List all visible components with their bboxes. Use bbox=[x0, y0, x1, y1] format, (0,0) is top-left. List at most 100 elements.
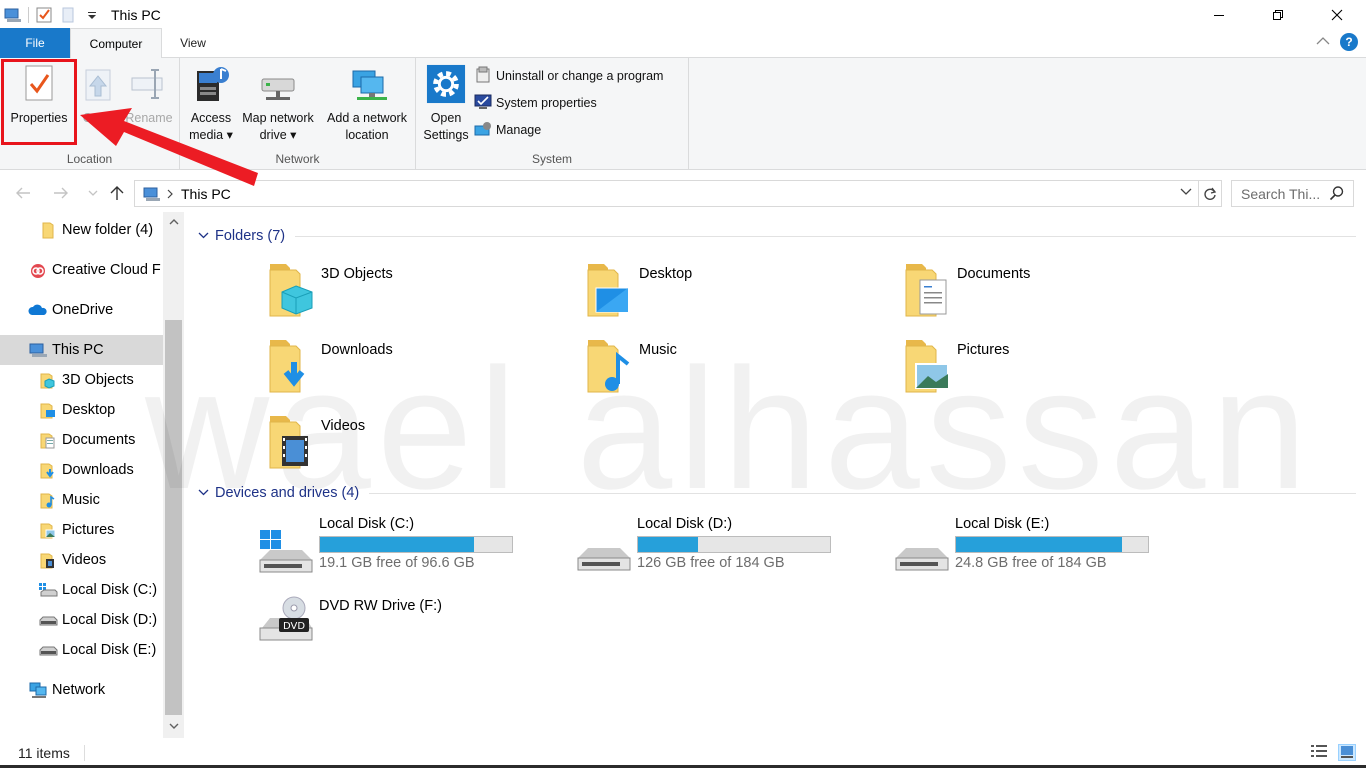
desktop-folder-icon bbox=[38, 400, 58, 420]
videos-folder-icon bbox=[264, 410, 320, 472]
new-folder-icon[interactable] bbox=[59, 6, 77, 24]
tab-view[interactable]: View bbox=[162, 28, 224, 58]
properties-check-icon[interactable] bbox=[35, 6, 53, 24]
scroll-up-icon[interactable] bbox=[163, 212, 184, 232]
dvd-drive-icon: DVD bbox=[256, 596, 316, 646]
sidebar-item-local-disk-c[interactable]: Local Disk (C:) bbox=[0, 575, 163, 605]
sidebar-item-creative-cloud-f[interactable]: Creative Cloud F bbox=[0, 255, 163, 285]
manage-button[interactable]: Manage bbox=[474, 119, 541, 141]
open-settings-button[interactable]: Open Settings bbox=[420, 62, 472, 144]
help-icon[interactable]: ? bbox=[1340, 33, 1358, 51]
drive-free-space: 24.8 GB free of 184 GB bbox=[955, 555, 1107, 571]
folder-label: Desktop bbox=[639, 266, 693, 282]
sidebar-item-new-folder-4[interactable]: New folder (4) bbox=[0, 215, 163, 245]
items-count: 11 items bbox=[18, 745, 70, 761]
details-view-icon[interactable] bbox=[1310, 744, 1328, 761]
folders-section-title: Folders (7) bbox=[215, 228, 286, 244]
sidebar-item-documents[interactable]: Documents bbox=[0, 425, 163, 455]
this-pc-icon[interactable] bbox=[4, 6, 22, 24]
sidebar-item-label: Local Disk (D:) bbox=[62, 612, 158, 628]
restore-button[interactable] bbox=[1248, 0, 1307, 30]
add-network-location-icon bbox=[347, 62, 387, 106]
view-switcher bbox=[1310, 744, 1356, 761]
add-network-location-button[interactable]: Add a network location bbox=[320, 62, 414, 144]
tab-file[interactable]: File bbox=[0, 28, 70, 58]
sidebar-item-label: Pictures bbox=[62, 522, 115, 538]
up-arrow-icon[interactable] bbox=[106, 182, 128, 204]
collapse-chevron-icon[interactable] bbox=[198, 487, 209, 499]
recent-locations-chevron-icon[interactable] bbox=[82, 182, 104, 204]
dvd-drive-tile[interactable]: DVD DVD RW Drive (F:) bbox=[256, 596, 442, 646]
documents-folder-icon bbox=[38, 430, 58, 450]
open-settings-label: Open Settings bbox=[423, 111, 469, 142]
sidebar-item-videos[interactable]: Videos bbox=[0, 545, 163, 575]
search-input[interactable]: Search Thi... bbox=[1231, 180, 1354, 207]
refresh-button[interactable] bbox=[1198, 180, 1222, 207]
customize-qat-dropdown-icon[interactable] bbox=[83, 6, 101, 24]
collapse-ribbon-icon[interactable] bbox=[1316, 35, 1330, 49]
folder-tile-desktop[interactable]: Desktop bbox=[582, 258, 692, 320]
sidebar-item-label: 3D Objects bbox=[62, 372, 134, 388]
folder-tile-documents[interactable]: Documents bbox=[900, 258, 1030, 320]
network-icon bbox=[28, 680, 48, 700]
drive-free-space: 126 GB free of 184 GB bbox=[637, 555, 785, 571]
sidebar-item-pictures[interactable]: Pictures bbox=[0, 515, 163, 545]
system-properties-button[interactable]: System properties bbox=[474, 92, 597, 114]
sidebar-item-desktop[interactable]: Desktop bbox=[0, 395, 163, 425]
tab-computer[interactable]: Computer bbox=[70, 28, 162, 59]
folder-label: Pictures bbox=[957, 342, 1010, 358]
navigation-pane-scrollbar[interactable] bbox=[163, 212, 184, 738]
dvd-drive-label: DVD RW Drive (F:) bbox=[319, 598, 442, 614]
navigation-bar: This PC Search Thi... bbox=[0, 176, 1366, 210]
sidebar-item-local-disk-d[interactable]: Local Disk (D:) bbox=[0, 605, 163, 635]
scroll-down-icon[interactable] bbox=[163, 716, 184, 736]
ribbon-tabs: File Computer View ? bbox=[0, 28, 1366, 59]
map-network-drive-button[interactable]: Map network drive ▾ bbox=[238, 62, 318, 144]
sidebar-item-downloads[interactable]: Downloads bbox=[0, 455, 163, 485]
scroll-thumb[interactable] bbox=[165, 320, 182, 715]
toolbar-separator bbox=[28, 7, 29, 23]
map-network-drive-icon bbox=[258, 62, 298, 106]
breadcrumb-this-pc[interactable]: This PC bbox=[181, 186, 231, 202]
uninstall-program-button[interactable]: Uninstall or change a program bbox=[474, 65, 663, 87]
local-disk-d-icon bbox=[38, 610, 58, 630]
address-history-dropdown-icon[interactable] bbox=[1180, 185, 1192, 200]
drive-tile-local-disk-d[interactable]: Local Disk (D:) 126 GB free of 184 GB bbox=[574, 514, 831, 578]
close-button[interactable] bbox=[1307, 0, 1366, 30]
address-bar[interactable]: This PC bbox=[134, 180, 1199, 207]
ribbon: Properties Open Rename Location Access m… bbox=[0, 58, 1366, 170]
network-group-label: Network bbox=[275, 152, 320, 166]
sidebar-item-3d-objects[interactable]: 3D Objects bbox=[0, 365, 163, 395]
sidebar-item-music[interactable]: Music bbox=[0, 485, 163, 515]
sidebar-item-network[interactable]: Network bbox=[0, 675, 163, 705]
access-media-label: Access media ▾ bbox=[189, 111, 233, 142]
navigation-pane: New folder (4) Creative Cloud F OneDrive Th… bbox=[0, 212, 184, 738]
sidebar-item-this-pc[interactable]: This PC bbox=[0, 335, 163, 365]
folder-tile-3d-objects[interactable]: 3D Objects bbox=[264, 258, 393, 320]
sidebar-item-onedrive[interactable]: OneDrive bbox=[0, 295, 163, 325]
sidebar-item-local-disk-e[interactable]: Local Disk (E:) bbox=[0, 635, 163, 665]
back-arrow-icon[interactable] bbox=[12, 182, 34, 204]
drive-tile-local-disk-c[interactable]: Local Disk (C:) 19.1 GB free of 96.6 GB bbox=[256, 514, 513, 578]
minimize-button[interactable] bbox=[1189, 0, 1248, 30]
collapse-chevron-icon[interactable] bbox=[198, 230, 209, 242]
folder-tile-music[interactable]: Music bbox=[582, 334, 677, 396]
folder-tile-downloads[interactable]: Downloads bbox=[264, 334, 393, 396]
drive-tile-local-disk-e[interactable]: Local Disk (E:) 24.8 GB free of 184 GB bbox=[892, 514, 1149, 578]
breadcrumb-separator-icon[interactable] bbox=[167, 189, 173, 199]
open-icon bbox=[78, 62, 118, 106]
rename-button[interactable]: Rename bbox=[122, 62, 176, 127]
3d-objects-icon bbox=[38, 370, 58, 390]
forward-arrow-icon[interactable] bbox=[50, 182, 72, 204]
drive-usage-fill bbox=[320, 537, 474, 552]
open-button[interactable]: Open bbox=[78, 62, 118, 127]
onedrive-icon bbox=[28, 300, 48, 320]
folders-section-header[interactable]: Folders (7) bbox=[198, 228, 1356, 244]
folder-tile-videos[interactable]: Videos bbox=[264, 410, 365, 472]
music-folder-icon bbox=[38, 490, 58, 510]
access-media-button[interactable]: Access media ▾ bbox=[184, 62, 238, 144]
folder-tile-pictures[interactable]: Pictures bbox=[900, 334, 1009, 396]
drives-section-header[interactable]: Devices and drives (4) bbox=[198, 485, 1356, 501]
status-bar: 11 items bbox=[0, 738, 1366, 768]
large-icons-view-icon[interactable] bbox=[1338, 744, 1356, 761]
